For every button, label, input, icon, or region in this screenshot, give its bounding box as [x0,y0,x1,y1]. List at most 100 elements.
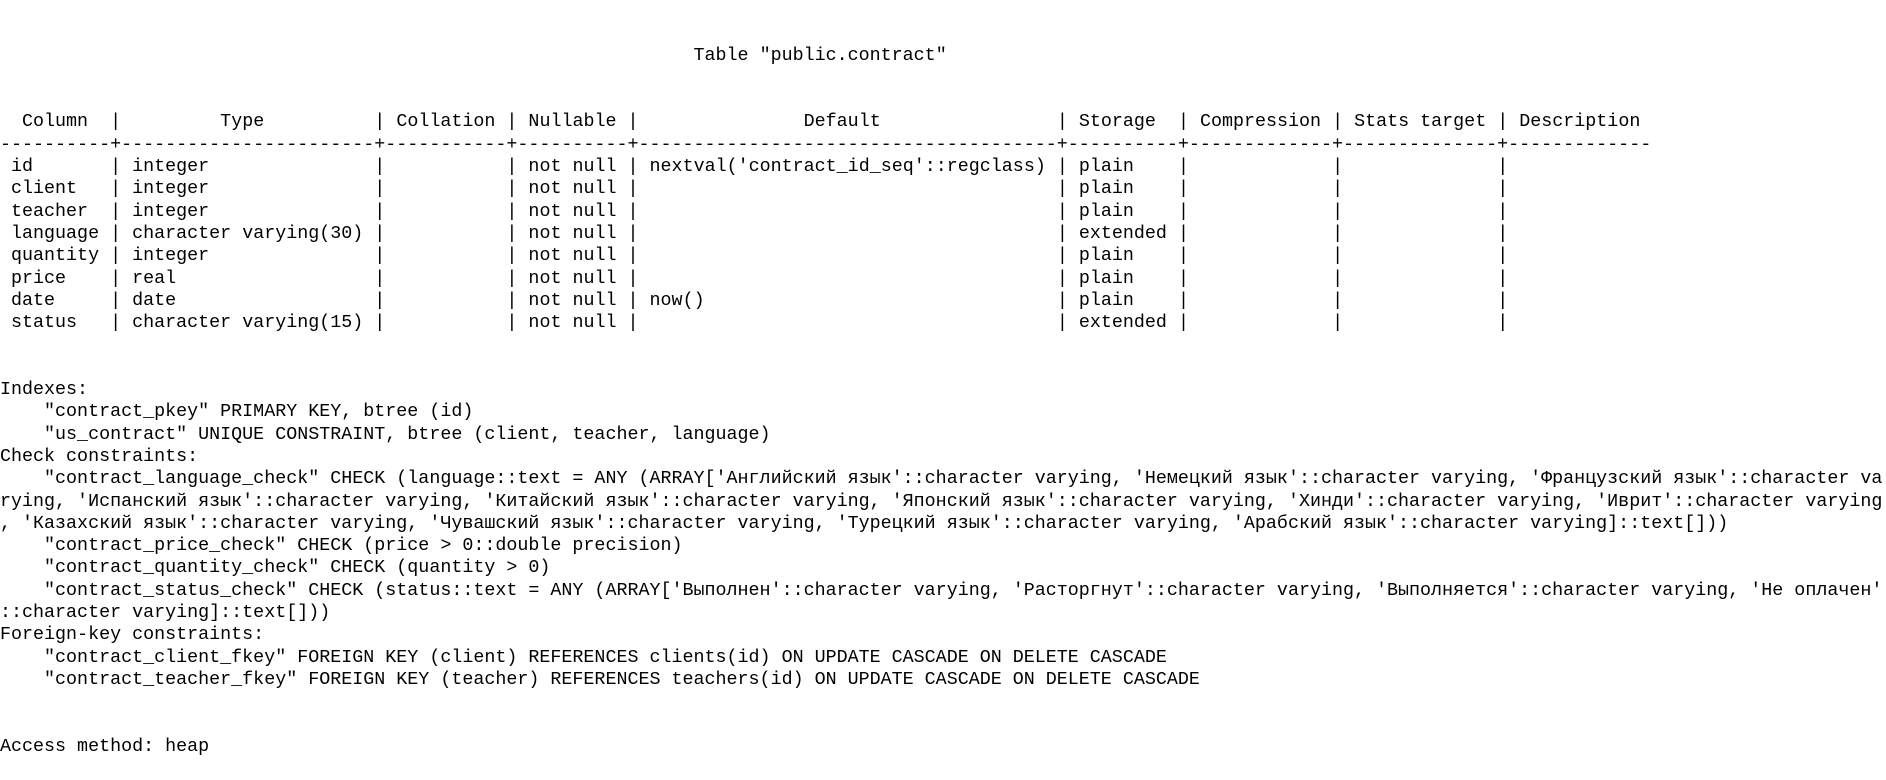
table-cell-default [639,268,1057,289]
column-divider: | [1177,267,1189,289]
table-cell-default [639,245,1057,266]
column-divider: | [1332,289,1344,311]
table-cell-stats-target [1343,245,1497,266]
table-cell-collation [385,156,506,177]
table-row: teacher | integer | | not null | | plain… [0,201,1886,223]
table-cell-nullable: not null [517,178,628,200]
column-divider: | [374,156,386,178]
column-divider: | [1497,267,1509,289]
column-header: Stats target [1343,111,1498,133]
column-divider: | [374,289,386,311]
column-divider: | [1497,178,1509,200]
table-cell-type: integer [121,178,375,200]
column-divider: | [1332,178,1344,200]
table-cell-compression [1189,201,1332,222]
table-cell-column: id [0,156,111,178]
terminal-output: Table "public.contract" Column | Type | … [0,0,1886,780]
column-divider: | [110,267,122,289]
table-cell-storage: extended [1067,312,1178,334]
table-cell-type: real [121,267,375,289]
column-divider: | [627,289,639,311]
table-cell-compression [1189,290,1332,311]
table-row: quantity | integer | | not null | | plai… [0,245,1886,267]
column-divider: | [374,312,386,334]
column-divider: | [1332,222,1344,244]
table-row: language | character varying(30) | | not… [0,223,1886,245]
column-divider: | [506,111,518,133]
column-divider: | [374,267,386,289]
column-divider: | [110,156,122,178]
column-divider: | [110,289,122,311]
column-divider: | [1056,178,1068,200]
table-cell-compression [1189,156,1332,177]
table-cell-type: integer [121,156,375,178]
table-row: client | integer | | not null | | plain … [0,178,1886,200]
describe-table: Column | Type | Collation | Nullable | D… [0,111,1886,334]
table-cell-column: language [0,222,111,244]
constraint-line: "contract_quantity_check" CHECK (quantit… [0,557,551,579]
table-cell-storage: plain [1067,200,1178,222]
table-cell-description [1508,268,1519,289]
table-cell-default [639,312,1057,333]
table-cell-description [1508,223,1519,244]
table-cell-compression [1189,312,1332,333]
table-cell-description [1508,156,1519,177]
column-divider: | [1332,111,1344,133]
table-cell-description [1508,290,1519,311]
table-cell-stats-target [1343,312,1497,333]
column-divider: | [1497,312,1509,334]
column-divider: | [506,289,518,311]
separator-dashes: ----------+-----------------------+-----… [0,133,1652,155]
column-divider: | [110,245,122,267]
table-cell-column: date [0,289,111,311]
table-row: date | date | | not null | now() | plain… [0,290,1886,312]
table-cell-nullable: not null [517,222,628,244]
column-divider: | [1332,245,1344,267]
column-divider: | [1497,222,1509,244]
column-divider: | [1056,156,1068,178]
column-divider: | [1177,312,1189,334]
table-cell-stats-target [1343,290,1497,311]
section-heading: Foreign-key constraints: [0,624,265,646]
table-row: status | character varying(15) | | not n… [0,312,1886,334]
table-cell-nullable: not null [517,267,628,289]
table-row: id | integer | | not null | nextval('con… [0,156,1886,178]
column-header: Type [121,111,375,133]
section-heading: Indexes: [0,379,89,401]
table-cell-stats-target [1343,156,1497,177]
table-cell-type: integer [121,245,375,267]
table-properties: Indexes: "contract_pkey" PRIMARY KEY, bt… [0,379,1886,691]
column-divider: | [374,200,386,222]
column-divider: | [1332,312,1344,334]
table-separator: ----------+-----------------------+-----… [0,134,1886,156]
column-divider: | [1056,111,1068,133]
table-cell-stats-target [1343,223,1497,244]
column-divider: | [1177,200,1189,222]
column-divider: | [627,312,639,334]
column-divider: | [627,267,639,289]
column-divider: | [1332,200,1344,222]
constraint-line: rying, 'Испанский язык'::character varyi… [0,490,1883,512]
table-cell-description [1508,178,1519,199]
column-divider: | [374,222,386,244]
table-cell-column: status [0,312,111,334]
table-cell-default: now() [638,289,1057,311]
table-cell-description [1508,312,1519,333]
table-cell-stats-target [1343,201,1497,222]
table-cell-column: quantity [0,245,111,267]
column-divider: | [1177,178,1189,200]
table-cell-nullable: not null [517,245,628,267]
column-divider: | [1497,289,1509,311]
column-header: Column [0,111,111,133]
table-cell-storage: plain [1067,156,1178,178]
column-divider: | [1177,222,1189,244]
column-header: Compression [1188,111,1333,133]
column-divider: | [110,312,122,334]
constraint-line: "contract_price_check" CHECK (price > 0:… [0,535,683,557]
table-cell-type: integer [121,200,375,222]
constraint-line: "contract_pkey" PRIMARY KEY, btree (id) [0,401,474,423]
column-divider: | [627,156,639,178]
column-divider: | [1056,267,1068,289]
column-divider: | [506,245,518,267]
constraint-line: ::character varying]::text[])) [0,602,331,624]
